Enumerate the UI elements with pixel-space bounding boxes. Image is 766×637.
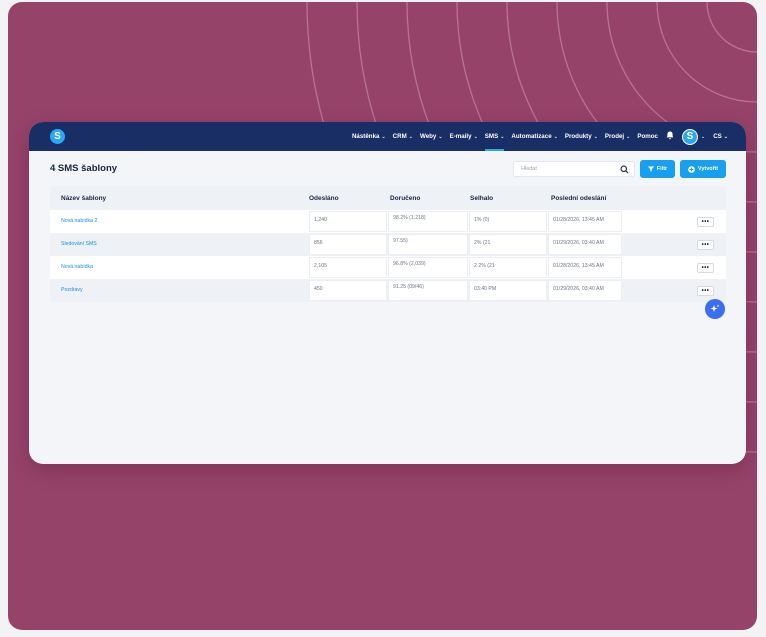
nav-item-weby[interactable]: Weby ⌄ <box>420 122 443 151</box>
app-window: S Nástěnka ⌄ CRM ⌄ Weby ⌄ E-maily ⌄ SMS ⌄ Aut… <box>29 122 746 464</box>
search-input[interactable] <box>521 166 611 172</box>
nav-item-crm[interactable]: CRM ⌄ <box>393 122 413 151</box>
filter-icon <box>647 166 654 172</box>
top-navigation: S Nástěnka ⌄ CRM ⌄ Weby ⌄ E-maily ⌄ SMS ⌄ Aut… <box>29 122 746 151</box>
column-header-sent[interactable]: Odesláno <box>309 195 339 202</box>
nav-item-produkty[interactable]: Produkty ⌄ <box>565 122 598 151</box>
more-actions-button[interactable]: ••• <box>697 217 714 227</box>
search-box[interactable] <box>513 161 635 177</box>
chevron-down-icon: ⌄ <box>438 133 443 140</box>
chevron-down-icon: ⌄ <box>723 133 728 140</box>
failed-cell: 03:40 PM <box>469 280 547 301</box>
template-name-link[interactable]: Pozdravy <box>61 287 83 293</box>
chevron-down-icon[interactable]: ⌄ <box>701 134 705 140</box>
nav-label: Weby <box>419 133 437 140</box>
sent-cell: 1,240 <box>309 211 387 232</box>
chevron-down-icon: ⌄ <box>473 133 478 140</box>
nav-item-prodej[interactable]: Prodej ⌄ <box>605 122 630 151</box>
table-row[interactable]: Nová nabídka 2 1,240 98.2% (1,218) 1% (0… <box>50 210 726 233</box>
chevron-down-icon: ⌄ <box>593 133 598 140</box>
sent-cell: 856 <box>309 234 387 255</box>
nav-item-automatizace[interactable]: Automatizace ⌄ <box>511 122 557 151</box>
nav-label: Nástěnka <box>351 133 380 140</box>
nav-item-nastenka[interactable]: Nástěnka ⌄ <box>352 122 386 151</box>
template-name-link[interactable]: Nová nabídka 2 <box>61 218 97 224</box>
bell-icon[interactable] <box>666 131 674 142</box>
failed-cell: 1% (0) <box>469 211 547 232</box>
more-actions-button[interactable]: ••• <box>697 286 714 296</box>
page-title: 4 SMS šablony <box>50 163 118 174</box>
table-header: Název šablony Odesláno Doručeno Selhalo … <box>50 186 726 210</box>
language-selector[interactable]: CS ⌄ <box>713 133 728 140</box>
nav-label: SMS <box>484 133 499 140</box>
chevron-down-icon: ⌄ <box>626 133 631 140</box>
column-header-name[interactable]: Název šablony <box>61 195 106 202</box>
more-actions-button[interactable]: ••• <box>697 263 714 273</box>
column-header-delivered[interactable]: Doručeno <box>390 195 420 202</box>
nav-label: Pomoc <box>637 133 658 140</box>
sent-cell: 2,105 <box>309 257 387 278</box>
templates-table: Název šablony Odesláno Doručeno Selhalo … <box>50 186 726 302</box>
column-header-last-sent[interactable]: Poslední odeslání <box>551 195 606 202</box>
delivered-cell: 96.8% (2,039) <box>388 257 468 278</box>
nav-label: Produkty <box>564 133 592 140</box>
create-label: Vytvořit <box>697 166 719 172</box>
failed-cell: 2.2% (21 <box>469 257 547 278</box>
filter-button[interactable]: Filtr <box>640 160 675 178</box>
avatar[interactable]: S <box>681 128 698 145</box>
chevron-down-icon: ⌄ <box>381 133 386 140</box>
chevron-down-icon: ⌄ <box>500 133 505 140</box>
background-card: S Nástěnka ⌄ CRM ⌄ Weby ⌄ E-maily ⌄ SMS ⌄ Aut… <box>8 2 757 630</box>
ai-assistant-button[interactable] <box>705 299 725 319</box>
nav-label: CRM <box>392 133 407 140</box>
nav-label: E-maily <box>449 133 472 140</box>
language-label: CS <box>713 133 722 140</box>
nav-label: Prodej <box>604 133 625 140</box>
last-sent-cell: 01/29/2026, 03:40 AM <box>548 234 622 255</box>
last-sent-cell: 01/28/2026, 13:45 AM <box>548 257 622 278</box>
table-row[interactable]: Nová nabídka 2,105 96.8% (2,039) 2.2% (2… <box>50 256 726 279</box>
failed-cell: 2% (21 <box>469 234 547 255</box>
column-header-failed[interactable]: Selhalo <box>470 195 493 202</box>
delivered-cell: 97.55) <box>388 234 468 255</box>
delivered-cell: 91.25 (09/46) <box>388 280 468 301</box>
chevron-down-icon: ⌄ <box>553 133 558 140</box>
last-sent-cell: 01/28/2026, 13:45 AM <box>548 211 622 232</box>
nav-item-emaily[interactable]: E-maily ⌄ <box>450 122 478 151</box>
table-row[interactable]: Sledování SMS 856 97.55) 2% (21 01/29/20… <box>50 233 726 256</box>
template-name-link[interactable]: Nová nabídka <box>61 264 93 270</box>
nav-item-help[interactable]: Pomoc <box>637 122 658 151</box>
logo-icon[interactable]: S <box>50 129 65 144</box>
nav-menu: Nástěnka ⌄ CRM ⌄ Weby ⌄ E-maily ⌄ SMS ⌄ Autom… <box>345 122 746 151</box>
sent-cell: 450 <box>309 280 387 301</box>
search-icon[interactable] <box>620 165 629 174</box>
plus-circle-icon <box>688 165 695 173</box>
nav-item-sms[interactable]: SMS ⌄ <box>484 122 505 151</box>
filter-label: Filtr <box>656 166 668 172</box>
chevron-down-icon: ⌄ <box>408 133 413 140</box>
sparkle-icon <box>710 304 720 312</box>
create-button[interactable]: Vytvořit <box>680 160 726 178</box>
nav-label: Automatizace <box>511 133 552 140</box>
more-actions-button[interactable]: ••• <box>697 240 714 250</box>
table-row[interactable]: Pozdravy 450 91.25 (09/46) 03:40 PM 01/2… <box>50 279 726 302</box>
last-sent-cell: 01/29/2026, 03:40 AM <box>548 280 622 301</box>
delivered-cell: 98.2% (1,218) <box>388 211 468 232</box>
template-name-link[interactable]: Sledování SMS <box>61 241 97 247</box>
